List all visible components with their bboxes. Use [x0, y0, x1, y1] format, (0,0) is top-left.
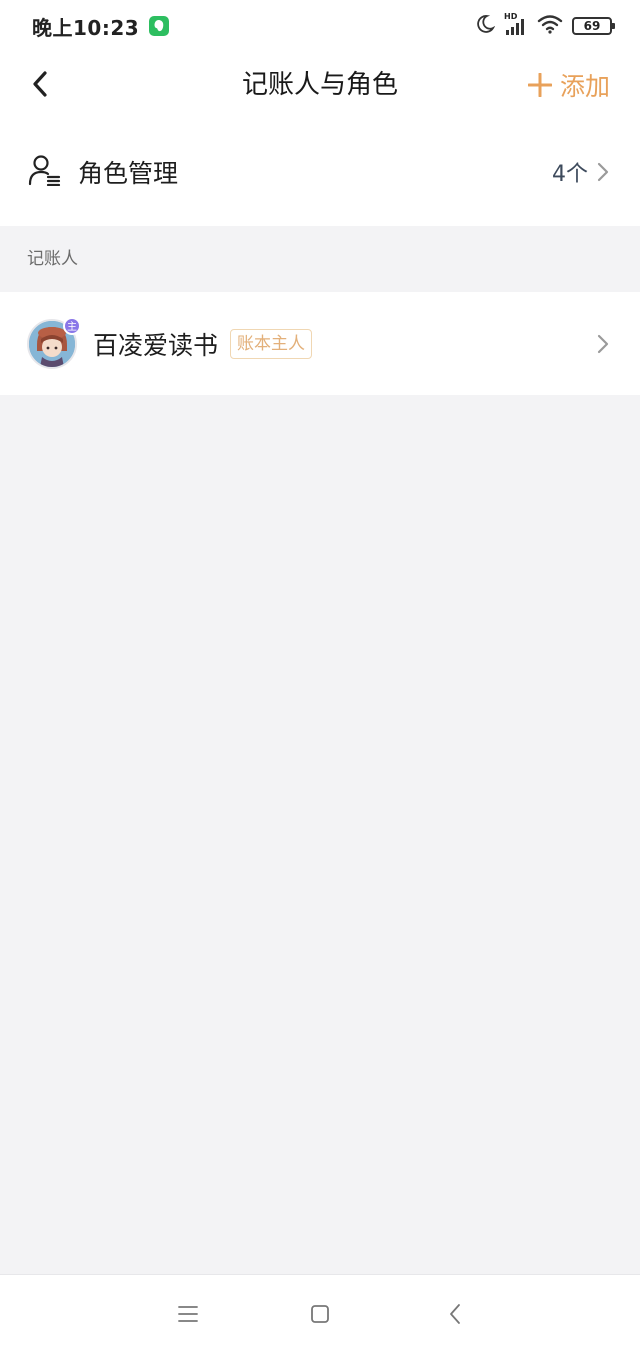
battery-level: 69 — [583, 19, 601, 33]
user-list-icon — [28, 154, 62, 190]
signal-icon: HD — [504, 12, 528, 36]
chevron-left-icon — [33, 71, 47, 97]
evernote-icon — [149, 16, 170, 36]
status-bar: 晚上10:23 HD 69 — [0, 0, 640, 52]
menu-icon[interactable] — [173, 1299, 203, 1329]
back-icon[interactable] — [440, 1299, 470, 1329]
status-time: 晚上10:23 — [32, 15, 140, 40]
member-row[interactable]: 主 百凌爱读书 账本主人 — [0, 292, 640, 395]
back-button[interactable] — [24, 66, 56, 102]
section-header: 记账人 — [27, 249, 78, 269]
wifi-icon — [537, 14, 563, 38]
owner-badge: 主 — [63, 316, 81, 335]
member-name: 百凌爱读书 — [93, 330, 219, 360]
home-icon[interactable] — [305, 1299, 335, 1329]
add-button[interactable]: 添加 — [527, 66, 610, 104]
role-management-row[interactable]: 角色管理 4个 — [0, 118, 640, 226]
chevron-right-icon — [596, 332, 614, 356]
role-management-label: 角色管理 — [78, 159, 179, 188]
add-button-label: 添加 — [559, 72, 610, 101]
moon-icon — [475, 14, 496, 38]
plus-icon — [527, 73, 552, 97]
nav-bar: 记账人与角色 添加 — [0, 52, 640, 118]
avatar: 主 — [27, 316, 81, 369]
status-icons: HD 69 — [475, 12, 615, 38]
battery-icon: 69 — [572, 17, 615, 35]
owner-tag: 账本主人 — [230, 328, 313, 359]
system-nav-bar — [0, 1274, 640, 1351]
chevron-right-icon — [596, 160, 614, 184]
network-type: HD — [504, 12, 518, 21]
role-count: 4个 — [552, 162, 588, 187]
